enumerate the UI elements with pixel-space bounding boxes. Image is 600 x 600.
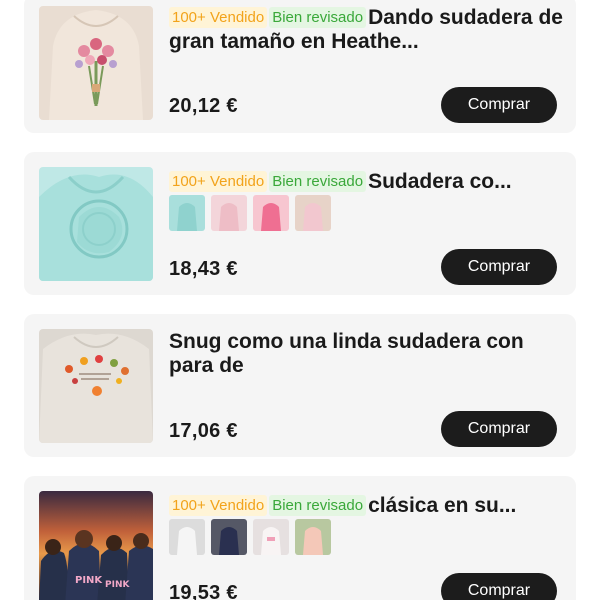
pale-pink-hoodie-swatch[interactable]	[211, 195, 247, 231]
beige-hoodie-image	[39, 329, 153, 443]
buy-button[interactable]: Comprar	[441, 573, 557, 600]
product-title-text: clásica en su...	[368, 494, 517, 517]
white-hoodie-swatch[interactable]	[169, 519, 205, 555]
buy-button[interactable]: Comprar	[441, 411, 557, 447]
product-title[interactable]: 100+ Vendido Bien revisado clásica en su..…	[169, 494, 564, 518]
hoodie-bouquet-image	[39, 6, 153, 120]
product-price: 17,06 €	[169, 420, 238, 442]
review-badge: Bien revisado	[269, 171, 367, 192]
review-badge: Bien revisado	[269, 7, 367, 28]
product-card[interactable]: 100+ Vendido Bien revisado Sudadera co... …	[24, 152, 576, 295]
product-price: 19,53 €	[169, 582, 238, 600]
mint-hoodie-swatch[interactable]	[169, 195, 205, 231]
pink-logo-text: PINK	[105, 580, 130, 590]
product-image[interactable]: PINK PINK	[39, 491, 153, 600]
blush-hoodie-swatch[interactable]	[295, 195, 331, 231]
product-card[interactable]: Snug como una linda sudadera con para de…	[24, 314, 576, 457]
product-image[interactable]	[39, 167, 153, 281]
sold-badge: 100+ Vendido	[169, 495, 268, 516]
hot-pink-hoodie-swatch[interactable]	[253, 195, 289, 231]
review-badge: Bien revisado	[269, 495, 367, 516]
product-title-text: Sudadera co...	[368, 170, 512, 193]
buy-button[interactable]: Comprar	[441, 249, 557, 285]
product-card[interactable]: 100+ Vendido Bien revisado Dando sudadera …	[24, 0, 576, 133]
peach-hoodie-swatch[interactable]	[295, 519, 331, 555]
product-card[interactable]: PINK PINK 100+ Vendido Bien revisado clási…	[24, 476, 576, 600]
navy-hoodie-swatch[interactable]	[211, 519, 247, 555]
product-image[interactable]	[39, 329, 153, 443]
pink-logo-text: PINK	[75, 575, 103, 586]
product-title[interactable]: 100+ Vendido Bien revisado Sudadera co...	[169, 170, 564, 194]
product-price: 18,43 €	[169, 258, 238, 280]
pink-hoodies-sunset-image: PINK PINK	[39, 491, 153, 600]
color-swatches	[169, 195, 331, 231]
white-pink-hoodie-swatch[interactable]	[253, 519, 289, 555]
sold-badge: 100+ Vendido	[169, 7, 268, 28]
product-title-text: Snug como una linda sudadera con para de	[169, 330, 524, 377]
product-image[interactable]	[39, 6, 153, 120]
mint-hoodie-image	[39, 167, 153, 281]
product-title[interactable]: Snug como una linda sudadera con para de	[169, 330, 564, 378]
color-swatches	[169, 519, 331, 555]
product-title[interactable]: 100+ Vendido Bien revisado Dando sudadera …	[169, 6, 564, 54]
buy-button[interactable]: Comprar	[441, 87, 557, 123]
product-price: 20,12 €	[169, 95, 238, 117]
sold-badge: 100+ Vendido	[169, 171, 268, 192]
